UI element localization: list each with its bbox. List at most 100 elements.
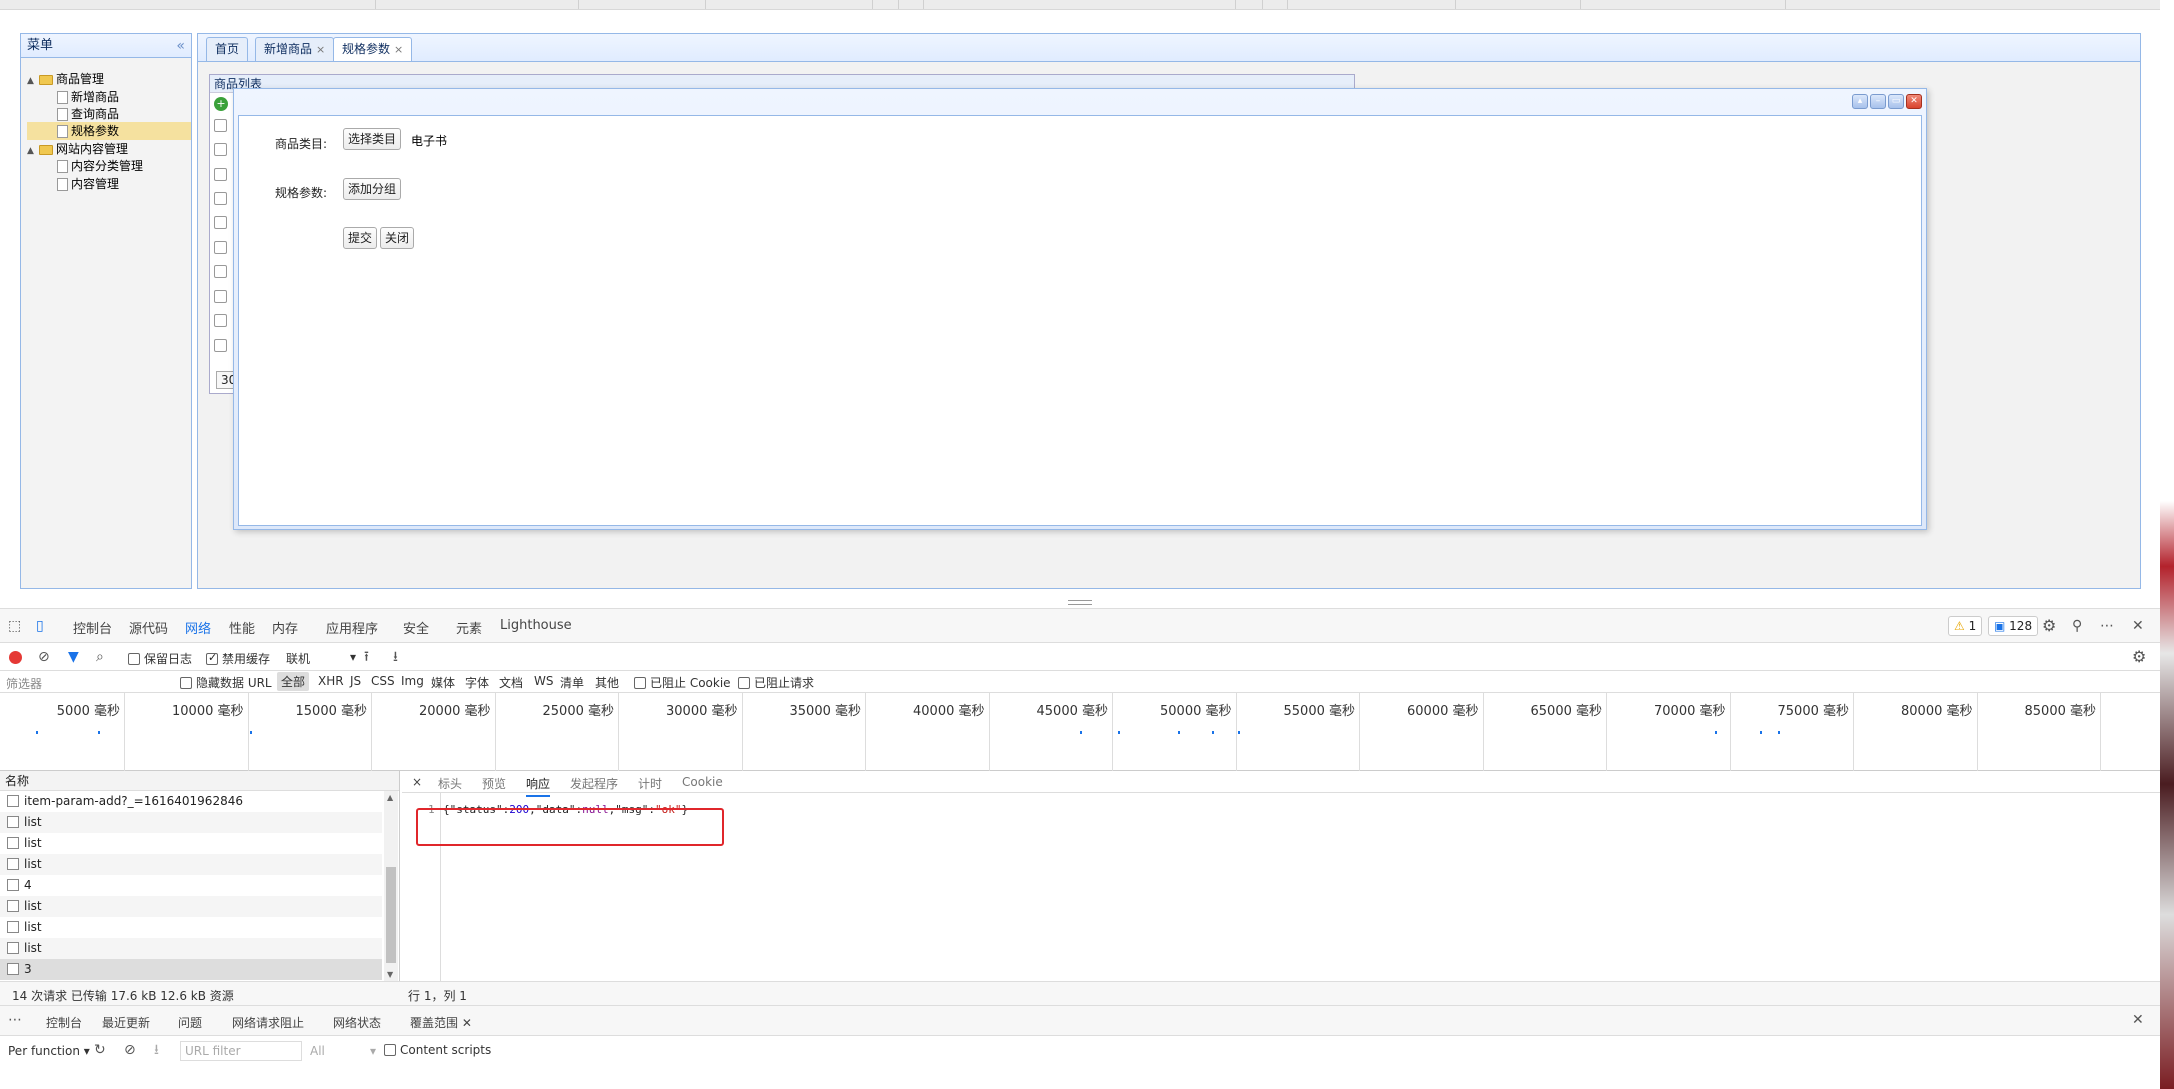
request-row[interactable]: 3 xyxy=(0,959,382,980)
close-icon[interactable]: ✕ xyxy=(1906,94,1922,109)
filter-type-media[interactable]: 媒体 xyxy=(431,674,455,691)
tab-home[interactable]: 首页 xyxy=(206,37,249,61)
checkbox[interactable] xyxy=(128,652,140,665)
blocked-cookies-checkbox[interactable]: 已阻止 Cookie xyxy=(634,674,731,691)
row-checkbox[interactable] xyxy=(214,241,227,254)
drawer-tab-request-blocking[interactable]: 网络请求阻止 xyxy=(232,1014,304,1031)
device-toolbar-icon[interactable]: ▯ xyxy=(36,618,44,634)
drawer-tab-issues[interactable]: 问题 xyxy=(178,1014,202,1031)
row-checkbox[interactable] xyxy=(7,942,19,954)
collapse-icon[interactable]: « xyxy=(176,34,185,58)
feedback-icon[interactable]: ⚲ xyxy=(2072,618,2082,634)
select-category-button[interactable]: 选择类目 xyxy=(343,128,402,150)
coverage-type-select[interactable]: Per function ▾ xyxy=(8,1044,90,1058)
detail-tab-preview[interactable]: 预览 xyxy=(482,775,506,792)
request-row[interactable]: item-param-add?_=1616401962846 xyxy=(0,791,382,812)
record-icon[interactable] xyxy=(9,651,22,664)
detail-tab-timing[interactable]: 计时 xyxy=(638,775,662,792)
tab-lighthouse[interactable]: Lighthouse xyxy=(500,618,572,633)
tab-add-product[interactable]: 新增商品 × xyxy=(255,37,335,61)
row-checkbox[interactable] xyxy=(7,816,19,828)
tab-elements[interactable]: 元素 xyxy=(456,618,482,637)
close-detail-icon[interactable]: × xyxy=(412,775,422,789)
row-checkbox[interactable] xyxy=(214,168,227,181)
row-checkbox[interactable] xyxy=(7,858,19,870)
clear-coverage-icon[interactable]: ⊘ xyxy=(124,1042,136,1058)
throttling-select[interactable]: 联机 ▾ xyxy=(286,650,356,667)
filter-input[interactable]: 筛选器 xyxy=(6,675,166,692)
network-overview-timeline[interactable]: 5000 毫秒 10000 毫秒 15000 毫秒 20000 毫秒 25000 毫秒 3… xyxy=(0,693,2160,771)
add-group-button[interactable]: 添加分组 xyxy=(343,178,402,200)
close-tab-icon[interactable]: ✕ xyxy=(462,1016,472,1030)
tree-node-add-product[interactable]: 新增商品 xyxy=(57,88,119,106)
row-checkbox[interactable] xyxy=(214,216,227,229)
filter-type-font[interactable]: 字体 xyxy=(465,674,489,691)
settings-icon[interactable]: ⚙ xyxy=(2042,618,2056,634)
disable-cache-checkbox[interactable]: 禁用缓存 xyxy=(206,650,270,667)
row-checkbox[interactable] xyxy=(214,339,227,352)
row-checkbox[interactable] xyxy=(7,921,19,933)
tree-node-query-product[interactable]: 查询商品 xyxy=(57,105,119,123)
filter-type-img[interactable]: Img xyxy=(401,674,424,688)
splitter[interactable] xyxy=(0,600,2174,608)
request-row[interactable]: list xyxy=(0,812,382,833)
drawer-tab-console[interactable]: 控制台 xyxy=(46,1014,82,1031)
tree-node-content-mgmt[interactable]: 内容管理 xyxy=(57,175,119,193)
row-checkbox[interactable] xyxy=(214,265,227,278)
drawer-tab-network-conditions[interactable]: 网络状态 xyxy=(333,1014,381,1031)
request-list-scrollbar[interactable]: ▲ ▼ xyxy=(384,791,398,981)
detail-tab-initiator[interactable]: 发起程序 xyxy=(570,775,618,792)
close-devtools-icon[interactable]: ✕ xyxy=(2132,618,2144,634)
content-scripts-checkbox[interactable]: Content scripts xyxy=(384,1043,491,1057)
tree-node-site-content[interactable]: ▲ 网站内容管理 xyxy=(27,140,128,158)
filter-type-other[interactable]: 其他 xyxy=(595,674,619,691)
tab-close-icon[interactable]: × xyxy=(316,43,325,56)
request-row[interactable]: list xyxy=(0,833,382,854)
hide-data-urls-checkbox[interactable]: 隐藏数据 URL xyxy=(180,674,272,691)
request-row[interactable]: list xyxy=(0,854,382,875)
filter-icon[interactable]: ▼ xyxy=(68,649,79,665)
add-icon[interactable]: + xyxy=(214,97,228,111)
tab-performance[interactable]: 性能 xyxy=(229,618,255,637)
detail-tab-response[interactable]: 响应 xyxy=(526,775,551,797)
name-column-header[interactable]: 名称 xyxy=(0,771,399,791)
more-options-icon[interactable]: ⋯ xyxy=(2100,618,2114,634)
import-har-icon[interactable]: ⭱ xyxy=(364,649,369,665)
tree-node-spec-params[interactable]: 规格参数 xyxy=(27,122,191,140)
drawer-tab-whats-new[interactable]: 最近更新 xyxy=(102,1014,150,1031)
row-checkbox[interactable] xyxy=(7,900,19,912)
filter-type-ws[interactable]: WS xyxy=(534,674,553,688)
drawer-menu-icon[interactable]: ⋯ xyxy=(8,1012,22,1028)
export-icon[interactable]: ⭳ xyxy=(154,1042,159,1058)
messages-badge[interactable]: ▣ 128 xyxy=(1988,616,2039,636)
tab-application[interactable]: 应用程序 xyxy=(326,618,378,637)
scrollbar-thumb[interactable] xyxy=(386,867,396,963)
tab-console[interactable]: 控制台 xyxy=(73,618,112,637)
row-checkbox[interactable] xyxy=(7,879,19,891)
tree-node-product-mgmt[interactable]: ▲ 商品管理 xyxy=(27,70,104,88)
request-row[interactable]: list xyxy=(0,938,382,959)
row-checkbox[interactable] xyxy=(214,290,227,303)
warnings-badge[interactable]: ⚠ 1 xyxy=(1948,616,1983,636)
row-checkbox[interactable] xyxy=(7,795,19,807)
detail-tab-cookies[interactable]: Cookie xyxy=(682,775,723,789)
maximize-icon[interactable]: ▭ xyxy=(1888,94,1904,109)
checkbox[interactable] xyxy=(206,651,218,665)
detail-tab-headers[interactable]: 标头 xyxy=(438,775,462,792)
export-har-icon[interactable]: ⭳ xyxy=(393,649,398,665)
minimize-icon[interactable]: – xyxy=(1870,94,1886,109)
blocked-requests-checkbox[interactable]: 已阻止请求 xyxy=(738,674,814,691)
filter-type-xhr[interactable]: XHR xyxy=(318,674,344,688)
network-settings-icon[interactable]: ⚙ xyxy=(2132,649,2146,665)
tab-sources[interactable]: 源代码 xyxy=(129,618,168,637)
reload-icon[interactable]: ↻ xyxy=(94,1042,106,1058)
close-button[interactable]: 关闭 xyxy=(380,227,415,249)
content-type-select[interactable]: All ▾ xyxy=(310,1044,376,1058)
tab-security[interactable]: 安全 xyxy=(403,618,429,637)
tree-node-content-category[interactable]: 内容分类管理 xyxy=(57,157,143,175)
filter-type-all[interactable]: 全部 xyxy=(277,672,310,691)
inspect-element-icon[interactable]: ⬚ xyxy=(8,618,21,634)
row-checkbox[interactable] xyxy=(7,963,19,975)
filter-type-manifest[interactable]: 清单 xyxy=(560,674,584,691)
close-drawer-icon[interactable]: ✕ xyxy=(2132,1012,2144,1028)
